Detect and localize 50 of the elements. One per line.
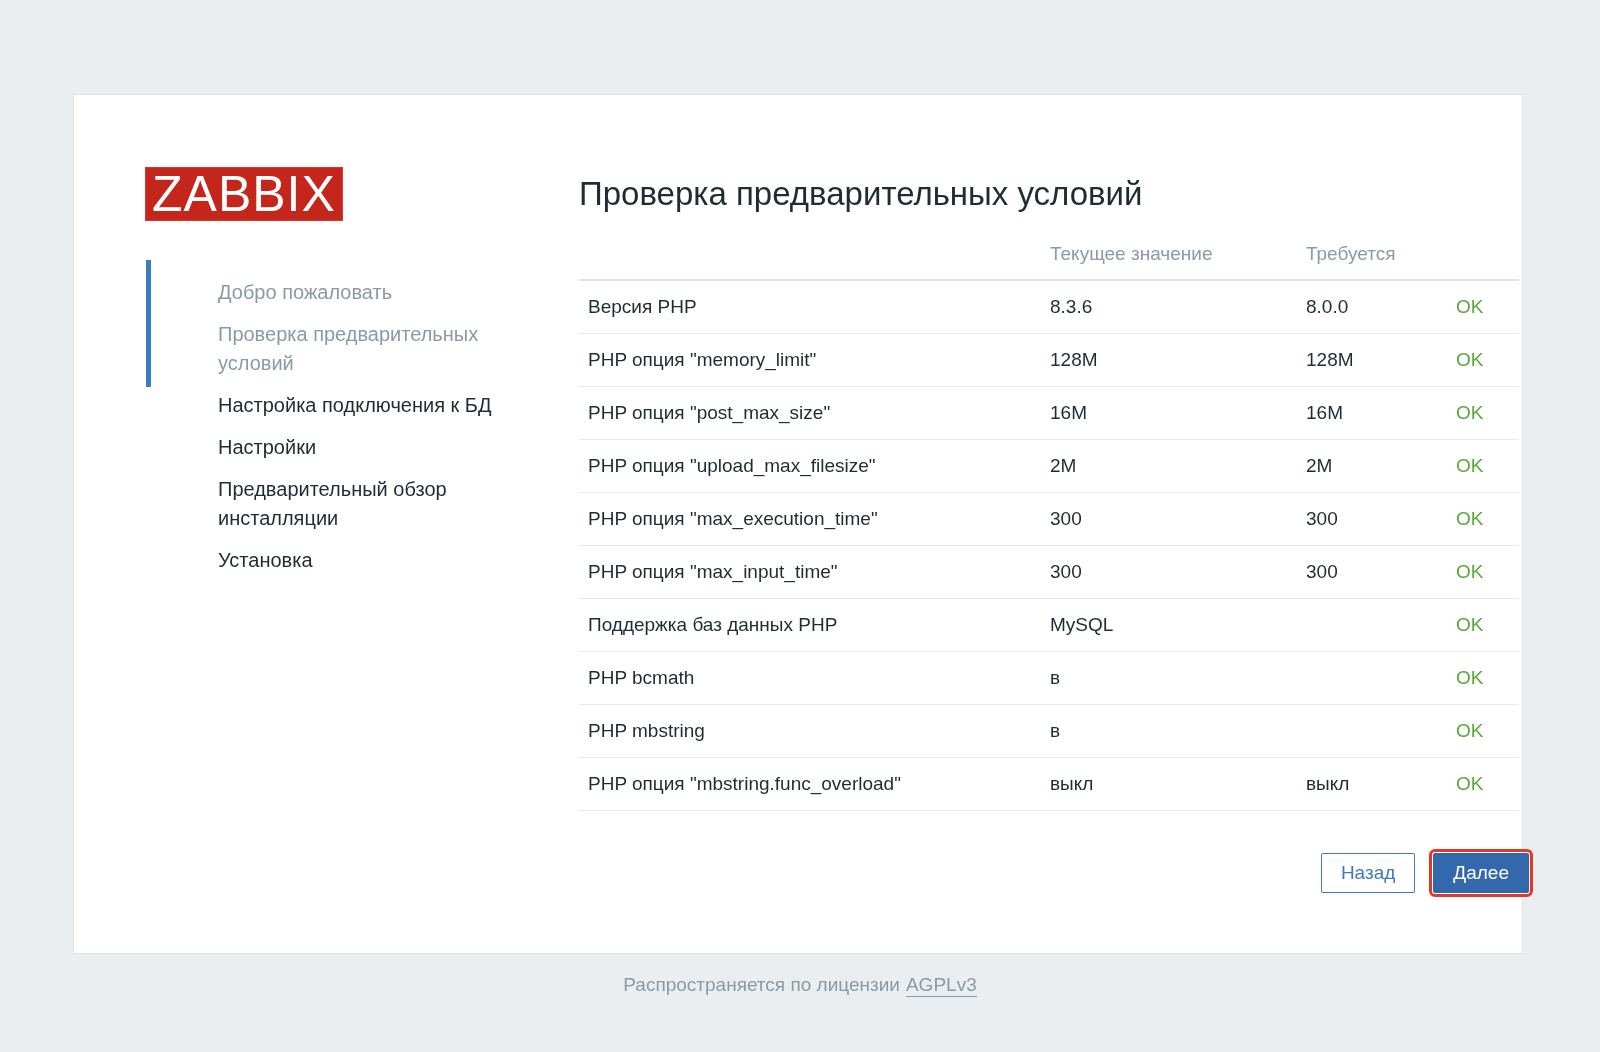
- back-button[interactable]: Назад: [1320, 853, 1416, 893]
- table-cell-text: 2M: [1050, 455, 1078, 477]
- table-cell-text: 8.3.6: [1050, 296, 1094, 318]
- table-cell-text: в: [1050, 667, 1062, 689]
- table-cell-text: 8.0.0: [1306, 296, 1350, 318]
- zabbix-logo: ZABBIX: [146, 168, 342, 220]
- table-cell-text: 300: [1306, 561, 1339, 583]
- table-cell-text: 16M: [1306, 402, 1344, 424]
- table-cell-text: 2M: [1306, 455, 1334, 477]
- column-header: Требуется: [1306, 243, 1397, 266]
- table-cell-text: MySQL: [1050, 614, 1115, 636]
- table-cell-text: 300: [1050, 561, 1083, 583]
- status-text: OK: [1456, 667, 1485, 689]
- table-cell-text: PHP bcmath: [587, 667, 696, 689]
- table-cell-text: в: [1050, 720, 1062, 742]
- step-item: Добро пожаловать: [218, 280, 394, 305]
- step-item: Настройки: [218, 435, 318, 460]
- table-cell-text: 128M: [1306, 349, 1355, 371]
- license-text: Распространяется по лицензии: [623, 974, 900, 997]
- table-cell-text: PHP опция "max_input_time": [587, 561, 839, 583]
- status-text: OK: [1456, 508, 1485, 530]
- column-header: Текущее значение: [1050, 243, 1214, 266]
- table-cell-text: PHP опция "mbstring.func_overload": [587, 773, 902, 795]
- status-text: OK: [1456, 561, 1485, 583]
- status-text: OK: [1456, 402, 1485, 424]
- table-cell-text: PHP опция "upload_max_filesize": [587, 455, 877, 477]
- table-cell-text: Версия PHP: [587, 296, 698, 318]
- page-title: Проверка предварительных условий: [579, 175, 1144, 213]
- table-cell-text: выкл: [1306, 773, 1351, 795]
- status-text: OK: [1456, 455, 1485, 477]
- status-text: OK: [1456, 349, 1485, 371]
- table-cell-text: 300: [1050, 508, 1083, 530]
- table-cell-text: Поддержка баз данных PHP: [587, 614, 839, 636]
- table-cell-text: PHP mbstring: [587, 720, 706, 742]
- step-item: Проверка предварительных условий: [218, 322, 480, 376]
- license-link[interactable]: AGPLv3: [905, 974, 977, 997]
- status-text: OK: [1456, 773, 1485, 795]
- table-cell-text: 16M: [1050, 402, 1088, 424]
- status-text: OK: [1456, 614, 1485, 636]
- step-item: Установка: [218, 548, 314, 573]
- table-cell-text: 300: [1306, 508, 1339, 530]
- table-cell-text: PHP опция "max_execution_time": [587, 508, 879, 530]
- status-text: OK: [1456, 720, 1485, 742]
- table-cell-text: 128M: [1050, 349, 1099, 371]
- table-cell-text: PHP опция "memory_limit": [587, 349, 818, 371]
- step-item: Настройка подключения к БД: [218, 393, 493, 418]
- step-item: Предварительный обзор инсталляции: [218, 477, 448, 531]
- table-cell-text: PHP опция "post_max_size": [587, 402, 832, 424]
- status-text: OK: [1456, 296, 1485, 318]
- table-cell-text: выкл: [1050, 773, 1095, 795]
